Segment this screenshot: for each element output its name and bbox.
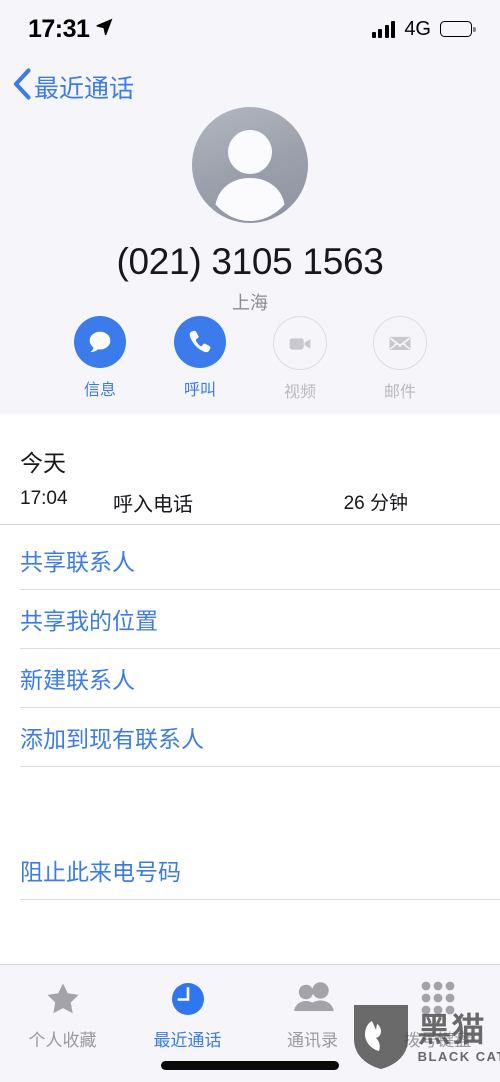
tab-favorites[interactable]: 个人收藏 [0, 965, 125, 1082]
clock-icon [168, 979, 208, 1019]
mail-action-button[interactable]: 邮件 [372, 316, 428, 402]
video-action-label: 视频 [283, 384, 316, 401]
add-to-existing-contact-label: 添加到现有联系人 [20, 725, 204, 752]
star-icon [43, 979, 83, 1019]
battery-full-icon [440, 21, 476, 37]
create-new-contact-label: 新建联系人 [20, 666, 135, 693]
call-type: 呼入电话 [113, 494, 193, 516]
chevron-left-icon [12, 68, 31, 105]
block-caller-label: 阻止此来电号码 [20, 858, 181, 885]
people-icon [291, 979, 335, 1019]
message-bubble-icon [74, 316, 126, 368]
tab-keypad-label: 拨号键盘 [403, 1031, 472, 1050]
call-action-label: 呼叫 [183, 382, 216, 399]
status-bar-right: 4G [371, 17, 476, 41]
tab-recents-label: 最近通话 [153, 1031, 222, 1050]
tab-bar: 个人收藏 最近通话 通讯录 拨号键盘 [0, 964, 500, 1082]
message-action-button[interactable]: 信息 [72, 316, 128, 402]
add-to-existing-contact-item[interactable]: 添加到现有联系人 [0, 707, 500, 766]
block-caller-item[interactable]: 阻止此来电号码 [0, 840, 500, 899]
call-time: 17:04 [20, 488, 68, 509]
cellular-signal-icon [371, 20, 396, 38]
network-type-label: 4G [404, 17, 431, 40]
mail-action-label: 邮件 [383, 384, 416, 401]
share-my-location-label: 共享我的位置 [20, 607, 158, 634]
location-arrow-icon [95, 17, 114, 41]
divider [0, 524, 500, 525]
keypad-icon [418, 979, 458, 1019]
back-label: 最近通话 [34, 74, 135, 103]
call-history-day: 今天 [20, 450, 66, 476]
quick-actions: 信息 呼叫 视频 邮件 [0, 316, 500, 402]
share-contact-label: 共享联系人 [20, 548, 135, 575]
back-button[interactable]: 最近通话 [12, 68, 134, 105]
phone-number: (021) 3105 1563 [116, 241, 384, 282]
status-time: 17:31 [28, 14, 90, 43]
share-contact-item[interactable]: 共享联系人 [0, 530, 500, 589]
tab-keypad[interactable]: 拨号键盘 [375, 965, 500, 1082]
share-my-location-item[interactable]: 共享我的位置 [0, 589, 500, 648]
phone-handset-icon [174, 316, 226, 368]
envelope-icon [373, 316, 427, 370]
tab-favorites-label: 个人收藏 [28, 1031, 97, 1050]
video-action-button[interactable]: 视频 [272, 316, 328, 402]
status-bar: 17:31 4G [0, 0, 500, 58]
call-action-button[interactable]: 呼叫 [172, 316, 228, 402]
phone-screen: 17:31 4G 最近通话 (021) 3105 1563 上海 信息 呼叫 视… [0, 0, 500, 1082]
status-bar-left: 17:31 [28, 15, 114, 44]
divider [20, 766, 500, 767]
locality-label: 上海 [232, 293, 268, 313]
tab-contacts-label: 通讯录 [287, 1031, 338, 1050]
create-new-contact-item[interactable]: 新建联系人 [0, 648, 500, 707]
divider [20, 899, 500, 900]
video-camera-icon [273, 316, 327, 370]
message-action-label: 信息 [83, 382, 116, 399]
home-indicator [161, 1061, 339, 1070]
contact-header-card: 最近通话 (021) 3105 1563 上海 信息 呼叫 视频 邮件 [0, 58, 500, 414]
person-placeholder-avatar [192, 107, 308, 223]
call-history-row: 17:04 呼入电话 26 分钟 [0, 488, 500, 524]
call-duration: 26 分钟 [343, 493, 408, 514]
